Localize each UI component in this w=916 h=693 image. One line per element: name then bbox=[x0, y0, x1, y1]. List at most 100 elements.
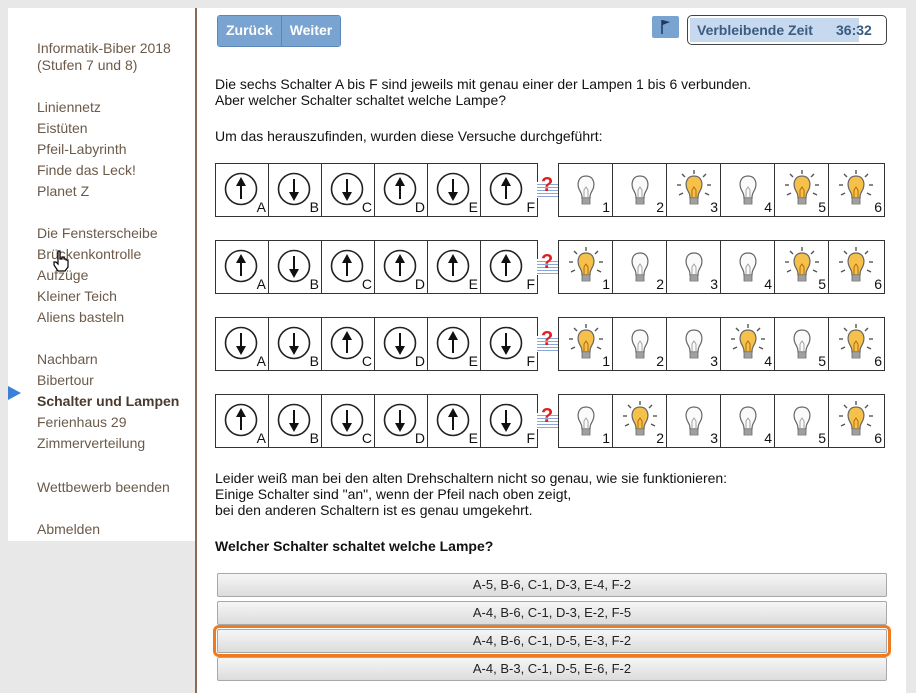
switch-cell: B bbox=[269, 241, 322, 293]
switch-label: C bbox=[361, 276, 372, 292]
note-line: Leider weiß man bei den alten Drehschalt… bbox=[215, 470, 728, 486]
lightbulb-off-icon bbox=[739, 406, 757, 436]
lamp-label: 5 bbox=[818, 430, 826, 446]
switch-label: D bbox=[414, 276, 425, 292]
switch-cell: C bbox=[322, 395, 375, 447]
sidebar-item[interactable]: Zimmerverteilung bbox=[37, 433, 179, 454]
flag-button[interactable] bbox=[652, 16, 679, 38]
question-mark: ? bbox=[541, 174, 554, 196]
note-text: Leider weiß man bei den alten Drehschalt… bbox=[215, 470, 727, 518]
lightbulb-off-icon bbox=[631, 329, 649, 359]
lightbulb-on-icon bbox=[839, 247, 873, 282]
lightbulb-off-icon bbox=[685, 252, 703, 282]
arrow-down-icon bbox=[277, 326, 311, 360]
remaining-time: Verbleibende Zeit 36:32 bbox=[687, 15, 887, 45]
arrow-down-icon bbox=[277, 403, 311, 437]
arrow-up-icon bbox=[224, 249, 258, 283]
sidebar-item[interactable]: Abmelden bbox=[37, 519, 100, 540]
lamp-cell: 1 bbox=[559, 318, 613, 370]
arrow-down-icon bbox=[224, 326, 258, 360]
sidebar-item[interactable]: Kleiner Teich bbox=[37, 286, 158, 307]
lamp-label: 5 bbox=[818, 353, 826, 369]
sidebar-item[interactable]: Pfeil-Labyrinth bbox=[37, 139, 136, 160]
nav-buttons: Zurück Weiter bbox=[217, 15, 342, 47]
switch-cell: A bbox=[216, 164, 269, 216]
lamp-cell: 2 bbox=[613, 395, 667, 447]
answer-option[interactable]: A-4, B-6, C-1, D-5, E-3, F-2 bbox=[213, 625, 891, 657]
lightbulb-off-icon bbox=[685, 329, 703, 359]
switch-cell: F bbox=[481, 241, 537, 293]
sidebar-item[interactable]: Finde das Leck! bbox=[37, 160, 136, 181]
lamp-label: 3 bbox=[710, 199, 718, 215]
task-group: Die Fensterscheibe Brückenkontrolle Aufzüg… bbox=[37, 223, 158, 328]
lightbulb-on-icon bbox=[839, 401, 873, 436]
switch-cell: F bbox=[481, 395, 537, 447]
lamp-label: 2 bbox=[656, 276, 664, 292]
switch-cell: D bbox=[375, 164, 428, 216]
switch-label: B bbox=[309, 199, 319, 215]
arrow-up-icon bbox=[436, 249, 470, 283]
lamp-cell: 4 bbox=[721, 395, 775, 447]
arrow-up-icon bbox=[330, 249, 364, 283]
lamp-cell: 4 bbox=[721, 164, 775, 216]
sidebar-item[interactable]: Bibertour bbox=[37, 370, 179, 391]
switch-cell: A bbox=[216, 318, 269, 370]
switch-cell: A bbox=[216, 395, 269, 447]
switch-group: A B C D E F bbox=[215, 163, 538, 217]
arrow-down-icon bbox=[489, 403, 523, 437]
lightbulb-on-icon bbox=[839, 170, 873, 205]
lightbulb-off-icon bbox=[577, 406, 595, 436]
switch-label: F bbox=[526, 430, 535, 446]
experiment-row: A B C D E F? 1 2 3 4 5 6 bbox=[215, 394, 885, 448]
sidebar-item[interactable]: Schalter und Lampen bbox=[37, 391, 179, 412]
arrow-up-icon bbox=[224, 403, 258, 437]
sidebar-item[interactable]: Nachbarn bbox=[37, 349, 179, 370]
lamp-cell: 3 bbox=[667, 164, 721, 216]
switch-cell: E bbox=[428, 318, 481, 370]
switch-cell: D bbox=[375, 395, 428, 447]
experiment-row: A B C D E F? 1 2 3 4 5 6 bbox=[215, 163, 885, 217]
next-button[interactable]: Weiter bbox=[280, 16, 341, 46]
sidebar-item[interactable]: Planet Z bbox=[37, 181, 136, 202]
lightbulb-off-icon bbox=[793, 329, 811, 359]
contest-title: Informatik-Biber 2018 (Stufen 7 und 8) bbox=[37, 40, 171, 74]
arrow-up-icon bbox=[330, 326, 364, 360]
question-mark-icon: ? bbox=[537, 405, 559, 435]
sidebar-item[interactable]: Liniennetz bbox=[37, 97, 136, 118]
sidebar-item[interactable]: Ferienhaus 29 bbox=[37, 412, 179, 433]
intro-text-2: Um das herauszufinden, wurden diese Vers… bbox=[215, 128, 603, 144]
answer-option[interactable]: A-4, B-6, C-1, D-3, E-2, F-5 bbox=[217, 601, 887, 625]
sidebar-item[interactable]: Aliens basteln bbox=[37, 307, 158, 328]
back-button[interactable]: Zurück bbox=[218, 16, 281, 46]
lamp-label: 3 bbox=[710, 430, 718, 446]
sidebar-item[interactable]: Eistüten bbox=[37, 118, 136, 139]
lightbulb-on-icon bbox=[839, 324, 873, 359]
arrow-down-icon bbox=[277, 172, 311, 206]
question-mark-icon: ? bbox=[537, 328, 559, 358]
switch-cell: B bbox=[269, 318, 322, 370]
sidebar-item[interactable]: Wettbewerb beenden bbox=[37, 477, 170, 498]
sidebar-item[interactable]: Die Fensterscheibe bbox=[37, 223, 158, 244]
lamp-cell: 2 bbox=[613, 164, 667, 216]
lamp-label: 3 bbox=[710, 276, 718, 292]
task-group: Liniennetz Eistüten Pfeil-Labyrinth Finde d… bbox=[37, 97, 136, 202]
lamp-cell: 5 bbox=[775, 164, 829, 216]
question-mark-icon: ? bbox=[537, 174, 559, 204]
lamp-label: 2 bbox=[656, 430, 664, 446]
remaining-time-label: Verbleibende Zeit bbox=[697, 22, 813, 38]
answer-option[interactable]: A-5, B-6, C-1, D-3, E-4, F-2 bbox=[217, 573, 887, 597]
answer-option[interactable]: A-4, B-3, C-1, D-5, E-6, F-2 bbox=[217, 657, 887, 681]
lamp-cell: 1 bbox=[559, 164, 613, 216]
active-task-arrow-icon bbox=[8, 386, 21, 400]
switch-cell: D bbox=[375, 241, 428, 293]
switch-cell: E bbox=[428, 241, 481, 293]
switch-group: A B C D E F bbox=[215, 240, 538, 294]
lamp-cell: 5 bbox=[775, 241, 829, 293]
switch-cell: E bbox=[428, 395, 481, 447]
lamp-cell: 1 bbox=[559, 241, 613, 293]
lamp-label: 4 bbox=[764, 353, 772, 369]
lamp-group: 1 2 3 4 5 6 bbox=[558, 317, 885, 371]
lamp-label: 6 bbox=[874, 430, 882, 446]
switch-cell: B bbox=[269, 395, 322, 447]
lamp-cell: 3 bbox=[667, 241, 721, 293]
